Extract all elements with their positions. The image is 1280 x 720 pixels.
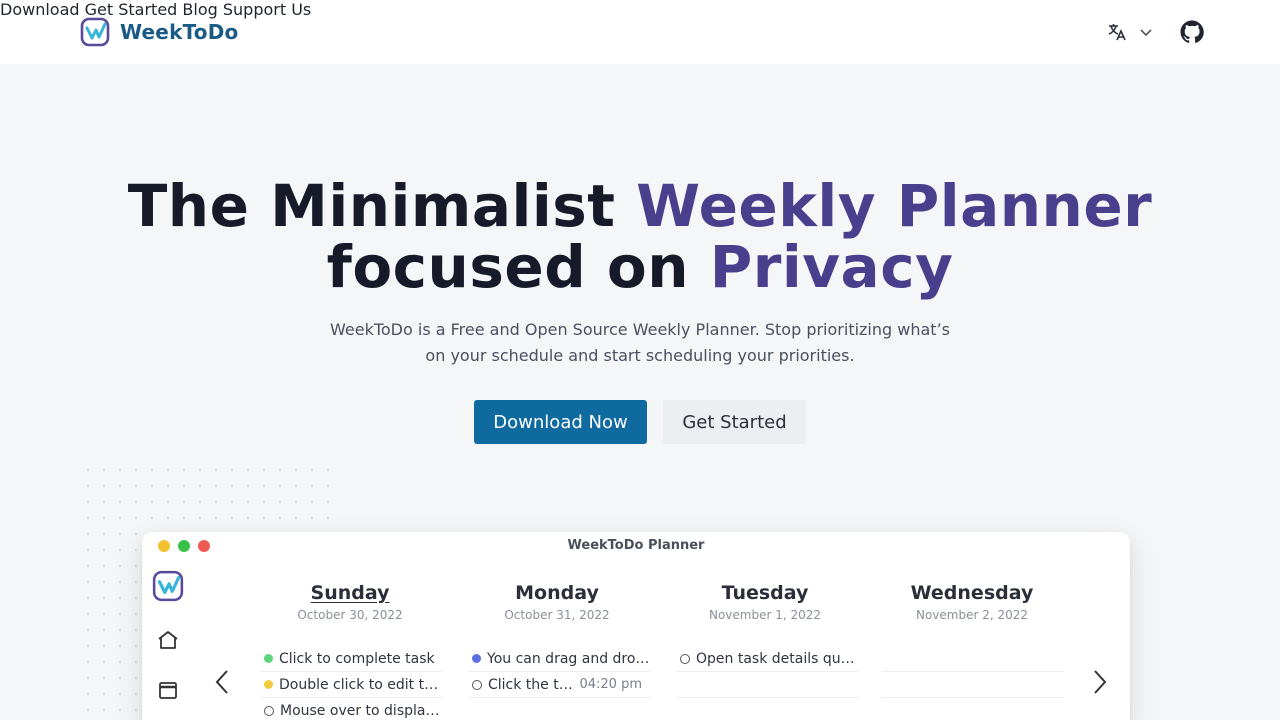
task-marker-ring [680,653,690,664]
hero-subtitle: WeekToDo is a Free and Open Source Weekl… [330,320,950,365]
task-empty-slot[interactable] [676,672,858,698]
task-item[interactable]: Click the thr… 04:20 pm [468,672,650,698]
task-time: 04:20 pm [579,677,642,692]
window-title: WeekToDo Planner [567,538,705,553]
calendar-icon[interactable] [156,678,180,702]
brand-logo[interactable]: WeekToDo [80,17,238,47]
chevron-down-icon [1140,29,1152,37]
hero-accent-weekly-planner: Weekly Planner [636,172,1153,240]
weektodo-logo-icon [80,17,110,47]
day-date: October 30, 2022 [297,608,403,622]
day-date: October 31, 2022 [504,608,610,622]
translate-icon [1108,24,1126,41]
task-list-monday: You can drag and dro… Click the thr… 04:… [468,646,650,698]
day-column-sunday: Sunday October 30, 2022 [258,582,442,622]
previous-week-arrow-icon[interactable] [212,668,232,696]
task-list-sunday: Click to complete task Double click to e… [260,646,442,720]
get-started-button[interactable]: Get Started [663,400,806,444]
task-list-wednesday [882,646,1064,698]
day-column-wednesday: Wednesday November 2, 2022 [880,582,1064,622]
app-logo-icon[interactable] [152,570,184,602]
task-item[interactable]: Open task details quic… [676,646,858,672]
day-name[interactable]: Tuesday [673,582,857,604]
task-marker-ring [264,705,274,716]
planner-app-window: WeekToDo Planner Sunday October 30, 2022… [142,532,1130,720]
home-icon[interactable] [156,628,180,652]
day-column-tuesday: Tuesday November 1, 2022 [673,582,857,622]
day-name[interactable]: Wednesday [880,582,1064,604]
task-empty-slot[interactable] [882,646,1064,672]
task-item[interactable]: Double click to edit task [260,672,442,698]
next-week-arrow-icon[interactable] [1090,668,1110,696]
task-marker-ring [472,679,482,690]
download-now-button[interactable]: Download Now [474,400,647,444]
task-marker-dot [264,654,273,663]
github-icon[interactable] [1180,20,1204,44]
day-name[interactable]: Monday [465,582,649,604]
app-sidebar [142,566,194,720]
task-list-tuesday: Open task details quic… [676,646,858,698]
task-item[interactable]: Mouse over to display… [260,698,442,720]
day-name[interactable]: Sunday [258,582,442,604]
task-marker-dot [472,654,481,663]
hero-title-line2: focused on Privacy [326,233,954,301]
day-column-monday: Monday October 31, 2022 [465,582,649,622]
task-marker-dot [264,680,273,689]
hero-accent-privacy: Privacy [709,233,954,301]
task-item[interactable]: You can drag and dro… [468,646,650,672]
language-selector[interactable] [1107,22,1153,42]
site-header: WeekToDo Download Get Started Blog Suppo… [0,0,1280,64]
nav-download[interactable]: Download [0,0,80,19]
day-date: November 1, 2022 [708,608,822,622]
task-item[interactable]: Click to complete task [260,646,442,672]
task-empty-slot[interactable] [882,672,1064,698]
brand-name: WeekToDo [120,20,239,44]
day-date: November 2, 2022 [915,608,1029,622]
hero-title-line1: The Minimalist Weekly Planner [127,172,1153,240]
